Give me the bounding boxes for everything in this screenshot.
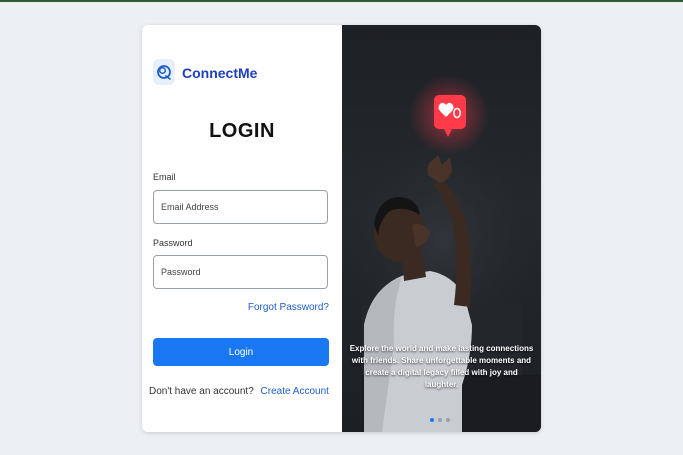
email-field[interactable] <box>153 190 328 224</box>
signup-row: Don't have an account? Create Account <box>149 386 329 397</box>
carousel-dot-3[interactable] <box>446 418 450 422</box>
forgot-password-link[interactable]: Forgot Password? <box>248 302 329 313</box>
login-button[interactable]: Login <box>153 338 329 366</box>
top-border <box>0 0 683 2</box>
login-card: ConnectMe LOGIN Email Password Forgot Pa… <box>142 25 541 432</box>
create-account-link[interactable]: Create Account <box>261 386 329 397</box>
connectme-logo-icon <box>153 59 175 85</box>
login-panel: ConnectMe LOGIN Email Password Forgot Pa… <box>142 25 342 432</box>
page-title: LOGIN <box>209 120 275 142</box>
carousel-dot-1[interactable] <box>430 418 434 422</box>
hero-caption: Explore the world and make lasting conne… <box>349 344 534 389</box>
signup-prompt: Don't have an account? <box>149 386 254 397</box>
carousel-indicator <box>430 418 450 422</box>
password-field[interactable] <box>153 255 328 289</box>
hero-panel: Explore the world and make lasting conne… <box>342 25 541 432</box>
email-label: Email <box>153 172 176 182</box>
carousel-dot-2[interactable] <box>438 418 442 422</box>
password-label: Password <box>153 238 193 248</box>
brand-name: ConnectMe <box>182 65 258 81</box>
